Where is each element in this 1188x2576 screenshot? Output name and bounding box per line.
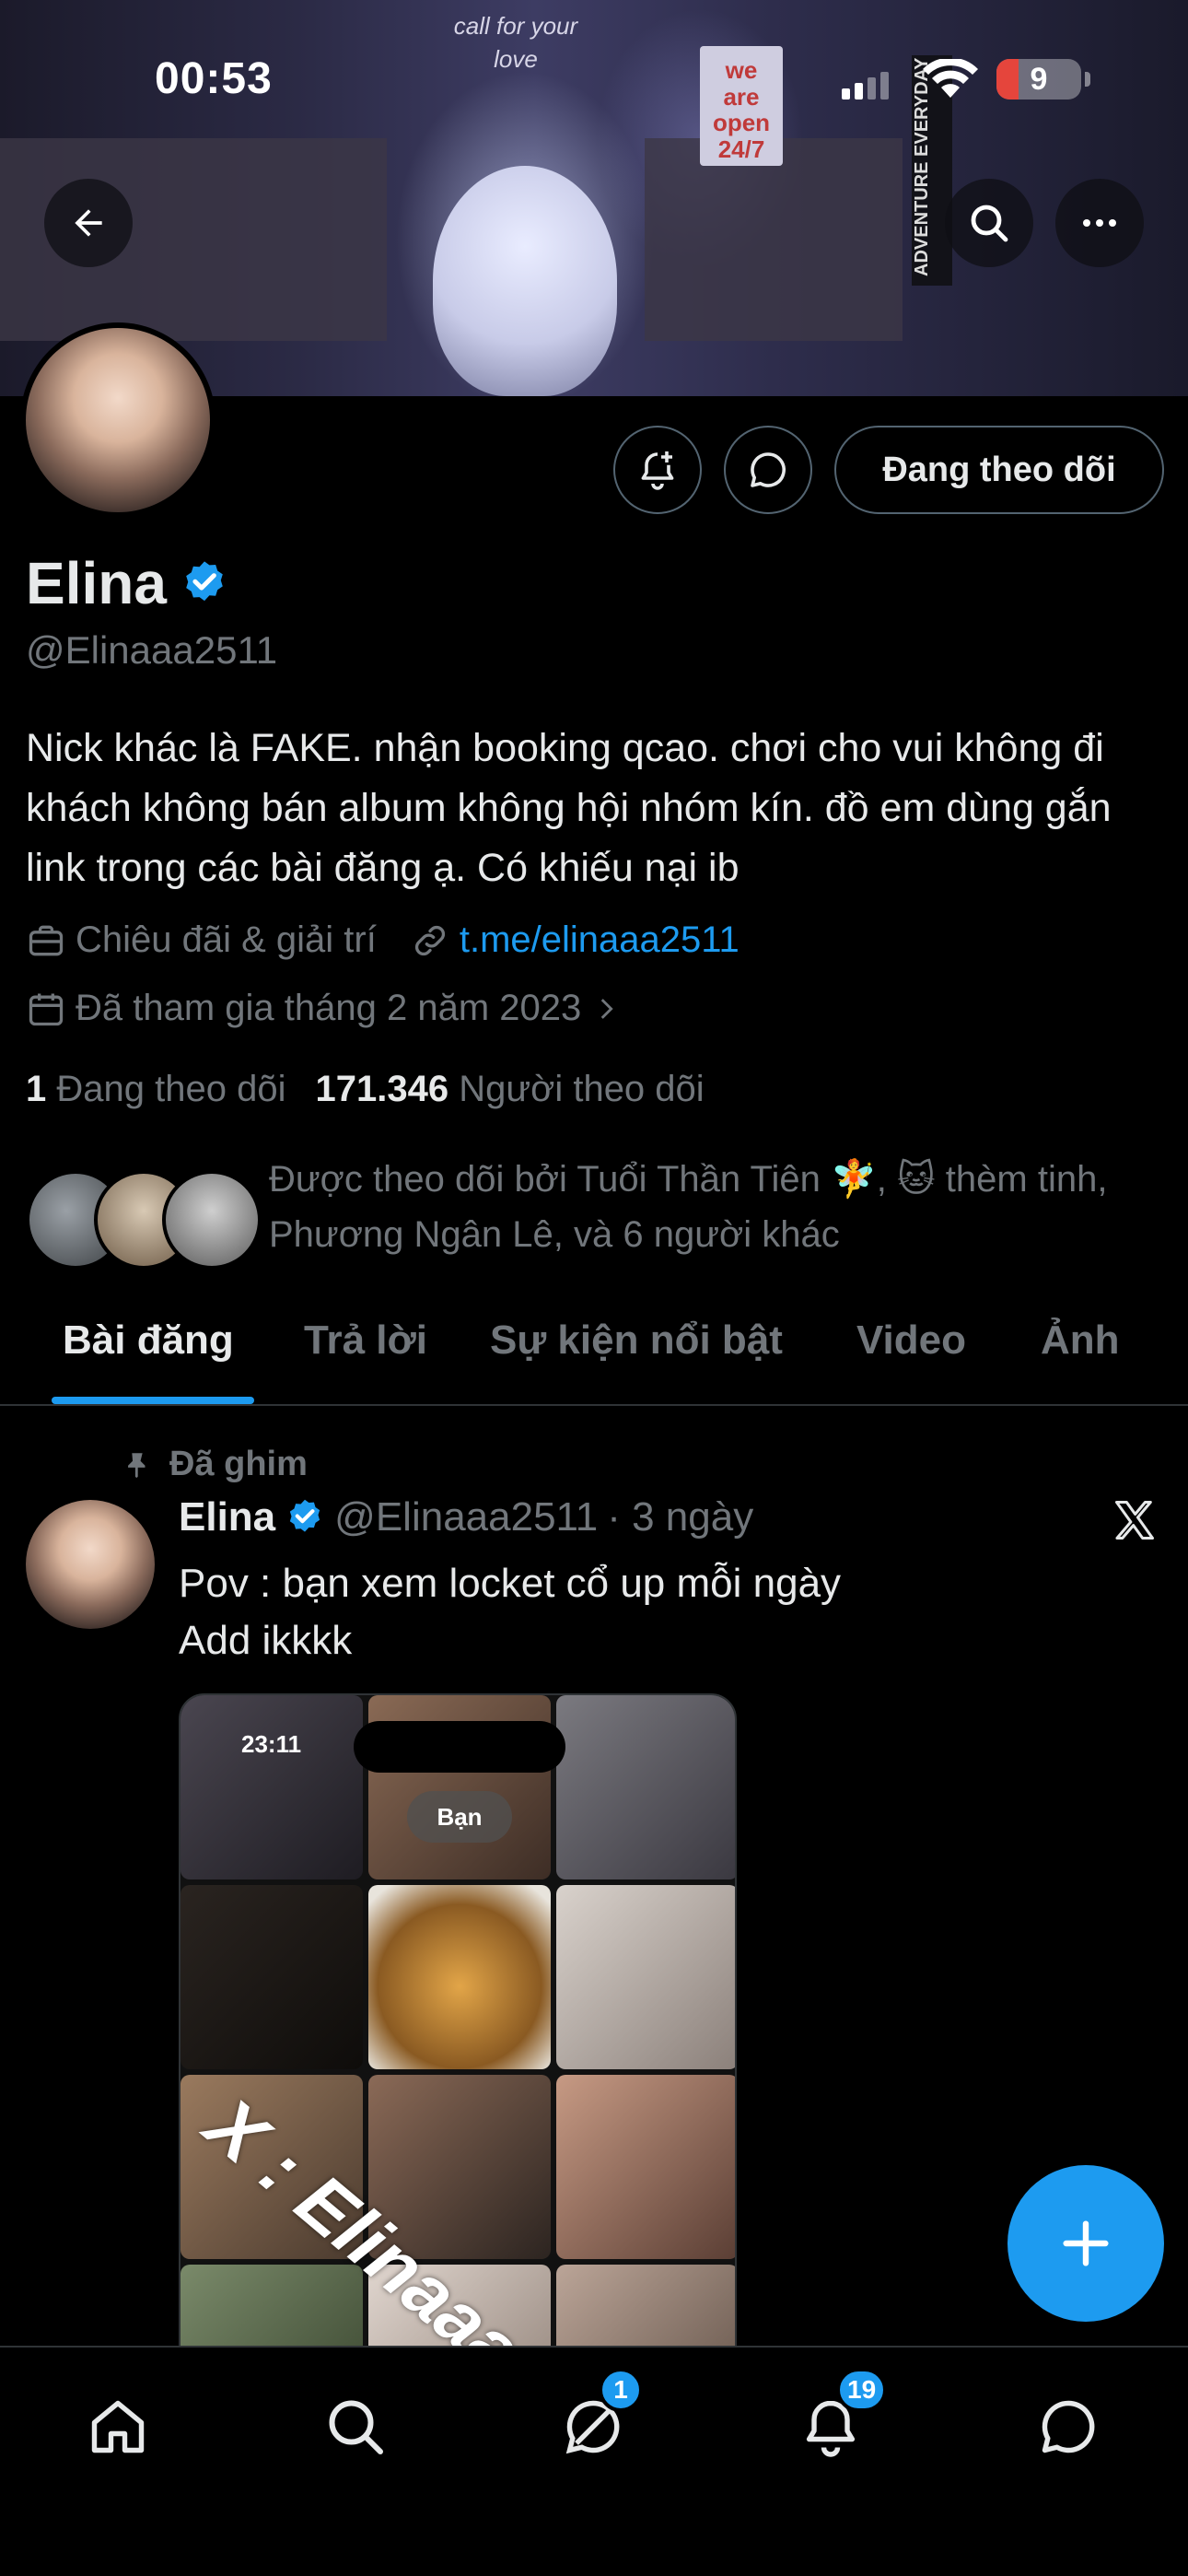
nav-search[interactable] [309, 2381, 402, 2473]
message-button[interactable] [724, 426, 812, 514]
followed-by-text: Được theo dõi bởi Tuổi Thần Tiên 🧚, 🐱 th… [269, 1159, 1108, 1255]
profile-joined: Đã tham gia tháng 2 năm 2023 [76, 988, 582, 1028]
media-photo [556, 1695, 735, 1879]
battery-level: 9 [1030, 62, 1048, 97]
profile-handle: @Elinaaa2511 [26, 628, 278, 672]
briefcase-icon [29, 925, 64, 955]
notify-button[interactable] [613, 426, 702, 514]
joined-row[interactable]: Đã tham gia tháng 2 năm 2023 [26, 988, 622, 1029]
nav-notifications[interactable]: 19 [785, 2368, 888, 2473]
followers-count: 171.346 [315, 1069, 449, 1109]
media-friends-pill: Bạn [407, 1791, 512, 1843]
tab-replies[interactable]: Trả lời [304, 1317, 427, 1364]
status-bar: 00:53 9 [0, 46, 1188, 120]
following-button[interactable]: Đang theo dõi [834, 426, 1164, 514]
link-item[interactable]: t.me/elinaaa2511 [410, 919, 740, 961]
chat-bubble-icon [751, 452, 786, 487]
bottom-navigation: 1 19 [0, 2346, 1188, 2576]
profile-name-row: Elina [26, 549, 229, 617]
banner-shopfront [645, 138, 903, 341]
media-photo [181, 1885, 363, 2069]
post-media[interactable]: 23:11 Bạn X : Elinaaa25 [179, 1693, 737, 2346]
chevron-right-icon [601, 998, 613, 1019]
link-icon [414, 925, 445, 955]
chat-bubble-icon [1042, 2400, 1095, 2453]
x-logo-icon[interactable] [1111, 1496, 1159, 1544]
arrow-left-icon [75, 209, 102, 237]
joined-item: Đã tham gia tháng 2 năm 2023 [26, 988, 622, 1029]
post-text-line: Pov : bạn xem locket cổ up mỗi ngày [179, 1561, 842, 1606]
mutual-avatar [162, 1170, 262, 1270]
media-photo [556, 2075, 735, 2259]
tab-posts[interactable]: Bài đăng [63, 1317, 234, 1364]
calendar-icon [29, 993, 64, 1025]
media-photo [556, 1885, 735, 2069]
post-header: Elina @Elinaaa2511 · 3 ngày [179, 1494, 753, 1540]
post-author-handle: @Elinaaa2511 [334, 1494, 599, 1540]
home-icon [91, 2400, 145, 2453]
compose-post-button[interactable] [1007, 2165, 1164, 2322]
post-time: · 3 ngày [607, 1494, 754, 1540]
bell-plus-icon [641, 451, 674, 490]
pinned-label-row: Đã ghim [122, 1445, 308, 1484]
following-label: Đang theo dõi [56, 1069, 286, 1109]
more-horizontal-icon [1083, 219, 1116, 227]
plus-icon [1063, 2220, 1109, 2266]
profile-name: Elina [26, 550, 167, 616]
followers-label: Người theo dõi [459, 1069, 705, 1109]
media-photo [368, 1885, 551, 2069]
media-photo [556, 2265, 735, 2346]
post-text: Pov : bạn xem locket cổ up mỗi ngày Add … [179, 1555, 841, 1669]
following-count: 1 [26, 1069, 47, 1109]
search-icon [971, 205, 1008, 242]
profile-actions: Đang theo dõi [0, 426, 1188, 514]
cellular-signal-icon [842, 72, 889, 100]
pin-icon [128, 1452, 146, 1478]
following-stat[interactable]: 1 Đang theo dõi [26, 1069, 285, 1110]
active-tab-indicator [52, 1397, 254, 1404]
profile-category: Chiêu đãi & giải trí [76, 919, 377, 960]
back-button[interactable] [44, 179, 133, 267]
media-photo [181, 1695, 363, 1879]
followers-stat[interactable]: 171.346 Người theo dõi [315, 1069, 704, 1110]
more-options-button[interactable] [1055, 179, 1144, 267]
profile-meta-row: Chiêu đãi & giải trí t.me/elinaaa2511 [26, 919, 740, 961]
media-status-time: 23:11 [241, 1730, 302, 1758]
media-photo [181, 2265, 363, 2346]
tab-video[interactable]: Video [856, 1317, 966, 1364]
nav-messages[interactable] [1022, 2381, 1114, 2473]
search-icon [329, 2400, 383, 2454]
battery-indicator: 9 [996, 59, 1081, 100]
status-time: 00:53 [155, 54, 273, 103]
mutual-avatars [26, 1170, 265, 1270]
profile-tabs: Bài đăng Trả lời Sự kiện nổi bật Video Ả… [0, 1299, 1188, 1406]
profile-bio: Nick khác là FAKE. nhận booking qcao. ch… [26, 726, 1112, 890]
grok-badge: 1 [599, 2368, 643, 2412]
search-button[interactable] [945, 179, 1033, 267]
tab-highlights[interactable]: Sự kiện nổi bật [490, 1317, 783, 1364]
notifications-badge: 19 [836, 2368, 888, 2412]
pinned-label: Đã ghim [169, 1445, 308, 1483]
verified-badge-icon [290, 1499, 320, 1532]
follow-stats: 1 Đang theo dõi 171.346 Người theo dõi [26, 1069, 705, 1110]
tab-photos[interactable]: Ảnh [1041, 1317, 1120, 1364]
battery-tip [1085, 72, 1090, 87]
wifi-icon [923, 59, 978, 98]
nav-home[interactable] [72, 2381, 164, 2473]
category-item: Chiêu đãi & giải trí [26, 919, 377, 961]
banner-bear-statue [433, 166, 617, 396]
post-text-line: Add ikkkk [179, 1618, 353, 1663]
post-author-name[interactable]: Elina [179, 1494, 275, 1540]
verified-badge-icon[interactable] [180, 558, 229, 608]
media-dynamic-island [354, 1721, 565, 1773]
nav-grok[interactable]: 1 [547, 2368, 643, 2473]
pinned-post[interactable]: Đã ghim Elina @Elinaaa2511 · 3 ngày Pov … [0, 1408, 1188, 2346]
post-author-avatar[interactable] [26, 1500, 155, 1629]
profile-link[interactable]: t.me/elinaaa2511 [460, 919, 740, 961]
followed-by-section[interactable]: Được theo dõi bởi Tuổi Thần Tiên 🧚, 🐱 th… [26, 1152, 1168, 1271]
